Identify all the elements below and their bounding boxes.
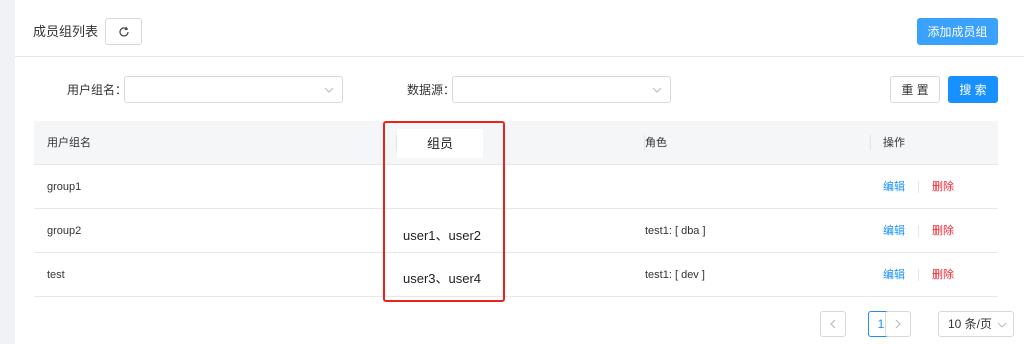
chevron-right-icon: [895, 319, 901, 329]
refresh-icon: [118, 26, 129, 37]
column-header-group-name: 用户组名: [47, 137, 91, 149]
chevron-down-icon: [324, 87, 334, 93]
table-header: 用户组名 组员 角色 操作: [34, 121, 998, 165]
page-size-value: 10 条/页: [948, 317, 993, 331]
next-page-button[interactable]: [885, 311, 911, 337]
member-group-panel: 成员组列表 添加成员组 用户组名： 数据源： 重 置 搜 索 用户组名 组员 角…: [15, 0, 1024, 344]
column-divider: [870, 135, 871, 151]
page-size-select[interactable]: 10 条/页: [938, 311, 1014, 337]
chevron-left-icon: [830, 319, 836, 329]
edit-link[interactable]: 编辑: [883, 253, 905, 297]
page-title: 成员组列表: [33, 24, 99, 39]
column-header-actions: 操作: [883, 137, 905, 149]
table-row: test user3、user4 test1: [ dev ] 编辑 删除: [34, 253, 998, 297]
member-group-table: 用户组名 组员 角色 操作 group1 编辑 删除 group2 user1、…: [34, 121, 998, 297]
action-divider: [918, 225, 919, 237]
members-cell: user1、user2: [403, 228, 482, 243]
prev-page-button[interactable]: [820, 311, 846, 337]
table-row: group2 user1、user2 test1: [ dba ] 编辑 删除: [34, 209, 998, 253]
delete-link[interactable]: 删除: [932, 253, 954, 297]
roles-cell: test1: [ dba ]: [645, 225, 706, 237]
chevron-down-icon: [652, 87, 662, 93]
add-group-button[interactable]: 添加成员组: [917, 18, 998, 45]
group-name-select[interactable]: [124, 76, 343, 103]
edit-link[interactable]: 编辑: [883, 165, 905, 209]
group-name-cell: test: [47, 269, 65, 281]
column-header-roles: 角色: [645, 137, 667, 149]
reset-button[interactable]: 重 置: [890, 76, 940, 103]
delete-link[interactable]: 删除: [932, 209, 954, 253]
group-name-cell: group1: [47, 181, 82, 193]
action-divider: [918, 269, 919, 281]
chevron-down-icon: [997, 322, 1007, 328]
group-name-filter-label: 用户组名：: [67, 83, 128, 97]
action-divider: [918, 181, 919, 193]
group-name-cell: group2: [47, 225, 82, 237]
column-header-members: 组员: [397, 129, 483, 158]
refresh-button[interactable]: [105, 18, 142, 45]
datasource-select[interactable]: [452, 76, 671, 103]
delete-link[interactable]: 删除: [932, 165, 954, 209]
search-button[interactable]: 搜 索: [948, 76, 998, 103]
members-cell: user3、user4: [403, 271, 482, 286]
datasource-filter-label: 数据源：: [407, 83, 456, 97]
roles-cell: test1: [ dev ]: [645, 269, 705, 281]
edit-link[interactable]: 编辑: [883, 209, 905, 253]
table-row: group1 编辑 删除: [34, 165, 998, 209]
panel-header: 成员组列表 添加成员组: [15, 0, 1024, 57]
